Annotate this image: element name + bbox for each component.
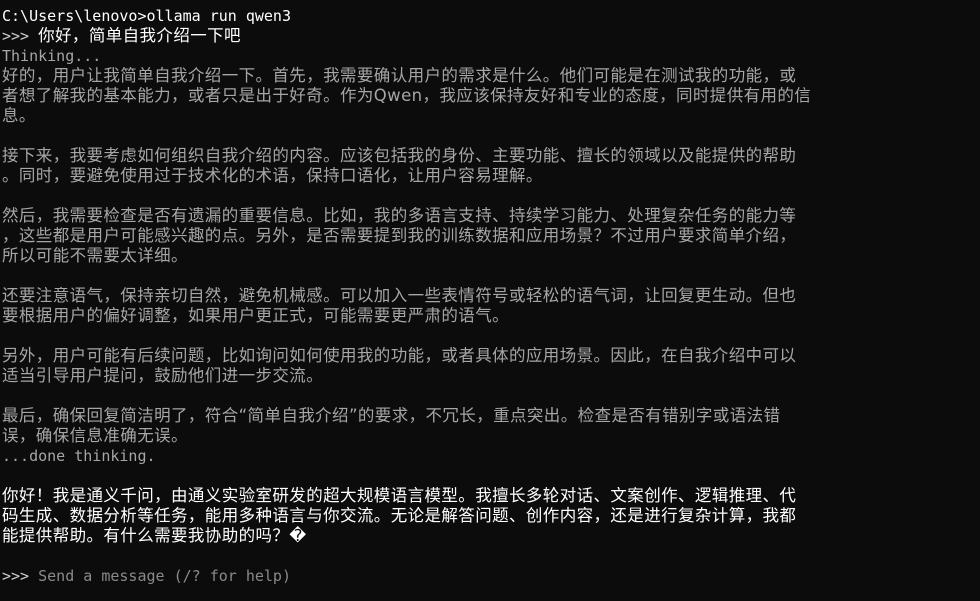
thinking-line: 另外，用户可能有后续问题，比如询问如何使用我的功能，或者具体的应用场景。因此，在… <box>2 346 797 365</box>
user-message: 你好，简单自我介绍一下吧 <box>38 26 241 45</box>
answer-line: 你好！我是通义千问，由通义实验室研发的超大规模语言模型。我擅长多轮对话、文案创作… <box>2 486 797 505</box>
user-prompt-line: >>> 你好，简单自我介绍一下吧 <box>2 26 962 46</box>
thinking-paragraph: 接下来，我要考虑如何组织自我介绍的内容。应该包括我的身份、主要功能、擅长的领域以… <box>2 146 962 186</box>
thinking-line: 者想了解我的基本能力，或者只是出于好奇。作为Qwen，我应该保持友好和专业的态度… <box>2 86 812 105</box>
thinking-line: 所以可能不需要太详细。 <box>2 246 188 265</box>
thinking-paragraph: 然后，我需要检查是否有遗漏的重要信息。比如，我的多语言支持、持续学习能力、处理复… <box>2 206 962 266</box>
thinking-line: 适当引导用户提问，鼓励他们进一步交流。 <box>2 366 324 385</box>
input-prompt-marker: >>> <box>2 567 30 585</box>
thinking-line: 好的，用户让我简单自我介绍一下。首先，我需要确认用户的需求是什么。他们可能是在测… <box>2 66 797 85</box>
thinking-paragraph: 另外，用户可能有后续问题，比如询问如何使用我的功能，或者具体的应用场景。因此，在… <box>2 346 962 386</box>
input-placeholder: Send a message (/? for help) <box>38 567 291 585</box>
thinking-paragraph: 还要注意语气，保持亲切自然，避免机械感。可以加入一些表情符号或轻松的语气词，让回… <box>2 286 962 326</box>
terminal-output: C:\Users\lenovo>ollama run qwen3 >>> 你好，… <box>2 6 962 546</box>
thinking-line: 息。 <box>2 106 36 125</box>
answer-line: 码生成、数据分析等任务，能用多种语言与你交流。无论是解答问题、创作内容，还是进行… <box>2 506 797 525</box>
thinking-header: Thinking... <box>2 47 102 65</box>
thinking-line: 然后，我需要检查是否有遗漏的重要信息。比如，我的多语言支持、持续学习能力、处理复… <box>2 206 797 225</box>
thinking-footer: ...done thinking. <box>2 447 156 465</box>
prompt-marker: >>> <box>2 27 30 45</box>
thinking-line: 。同时，要避免使用过于技术化的术语，保持口语化，让用户容易理解。 <box>2 166 543 185</box>
thinking-line: 最后，确保回复简洁明了，符合“简单自我介绍”的要求，不冗长，重点突出。检查是否有… <box>2 406 781 425</box>
thinking-line: 误，确保信息准确无误。 <box>2 426 188 445</box>
thinking-line: 要根据用户的偏好调整，如果用户更正式，可能需要更严肃的语气。 <box>2 306 509 325</box>
message-input[interactable]: >>> Send a message (/? for help) <box>2 566 291 586</box>
thinking-line: 接下来，我要考虑如何组织自我介绍的内容。应该包括我的身份、主要功能、擅长的领域以… <box>2 146 797 165</box>
thinking-paragraph: 最后，确保回复简洁明了，符合“简单自我介绍”的要求，不冗长，重点突出。检查是否有… <box>2 406 962 446</box>
thinking-line: 还要注意语气，保持亲切自然，避免机械感。可以加入一些表情符号或轻松的语气词，让回… <box>2 286 797 305</box>
thinking-line: ，这些都是用户可能感兴趣的点。另外，是否需要提到我的训练数据和应用场景？不过用户… <box>2 226 797 245</box>
answer-line: 能提供帮助。有什么需要我协助的吗？� <box>2 526 307 545</box>
command-line: C:\Users\lenovo>ollama run qwen3 <box>2 7 291 25</box>
assistant-answer: 你好！我是通义千问，由通义实验室研发的超大规模语言模型。我擅长多轮对话、文案创作… <box>2 486 962 546</box>
thinking-paragraph: 好的，用户让我简单自我介绍一下。首先，我需要确认用户的需求是什么。他们可能是在测… <box>2 66 962 126</box>
